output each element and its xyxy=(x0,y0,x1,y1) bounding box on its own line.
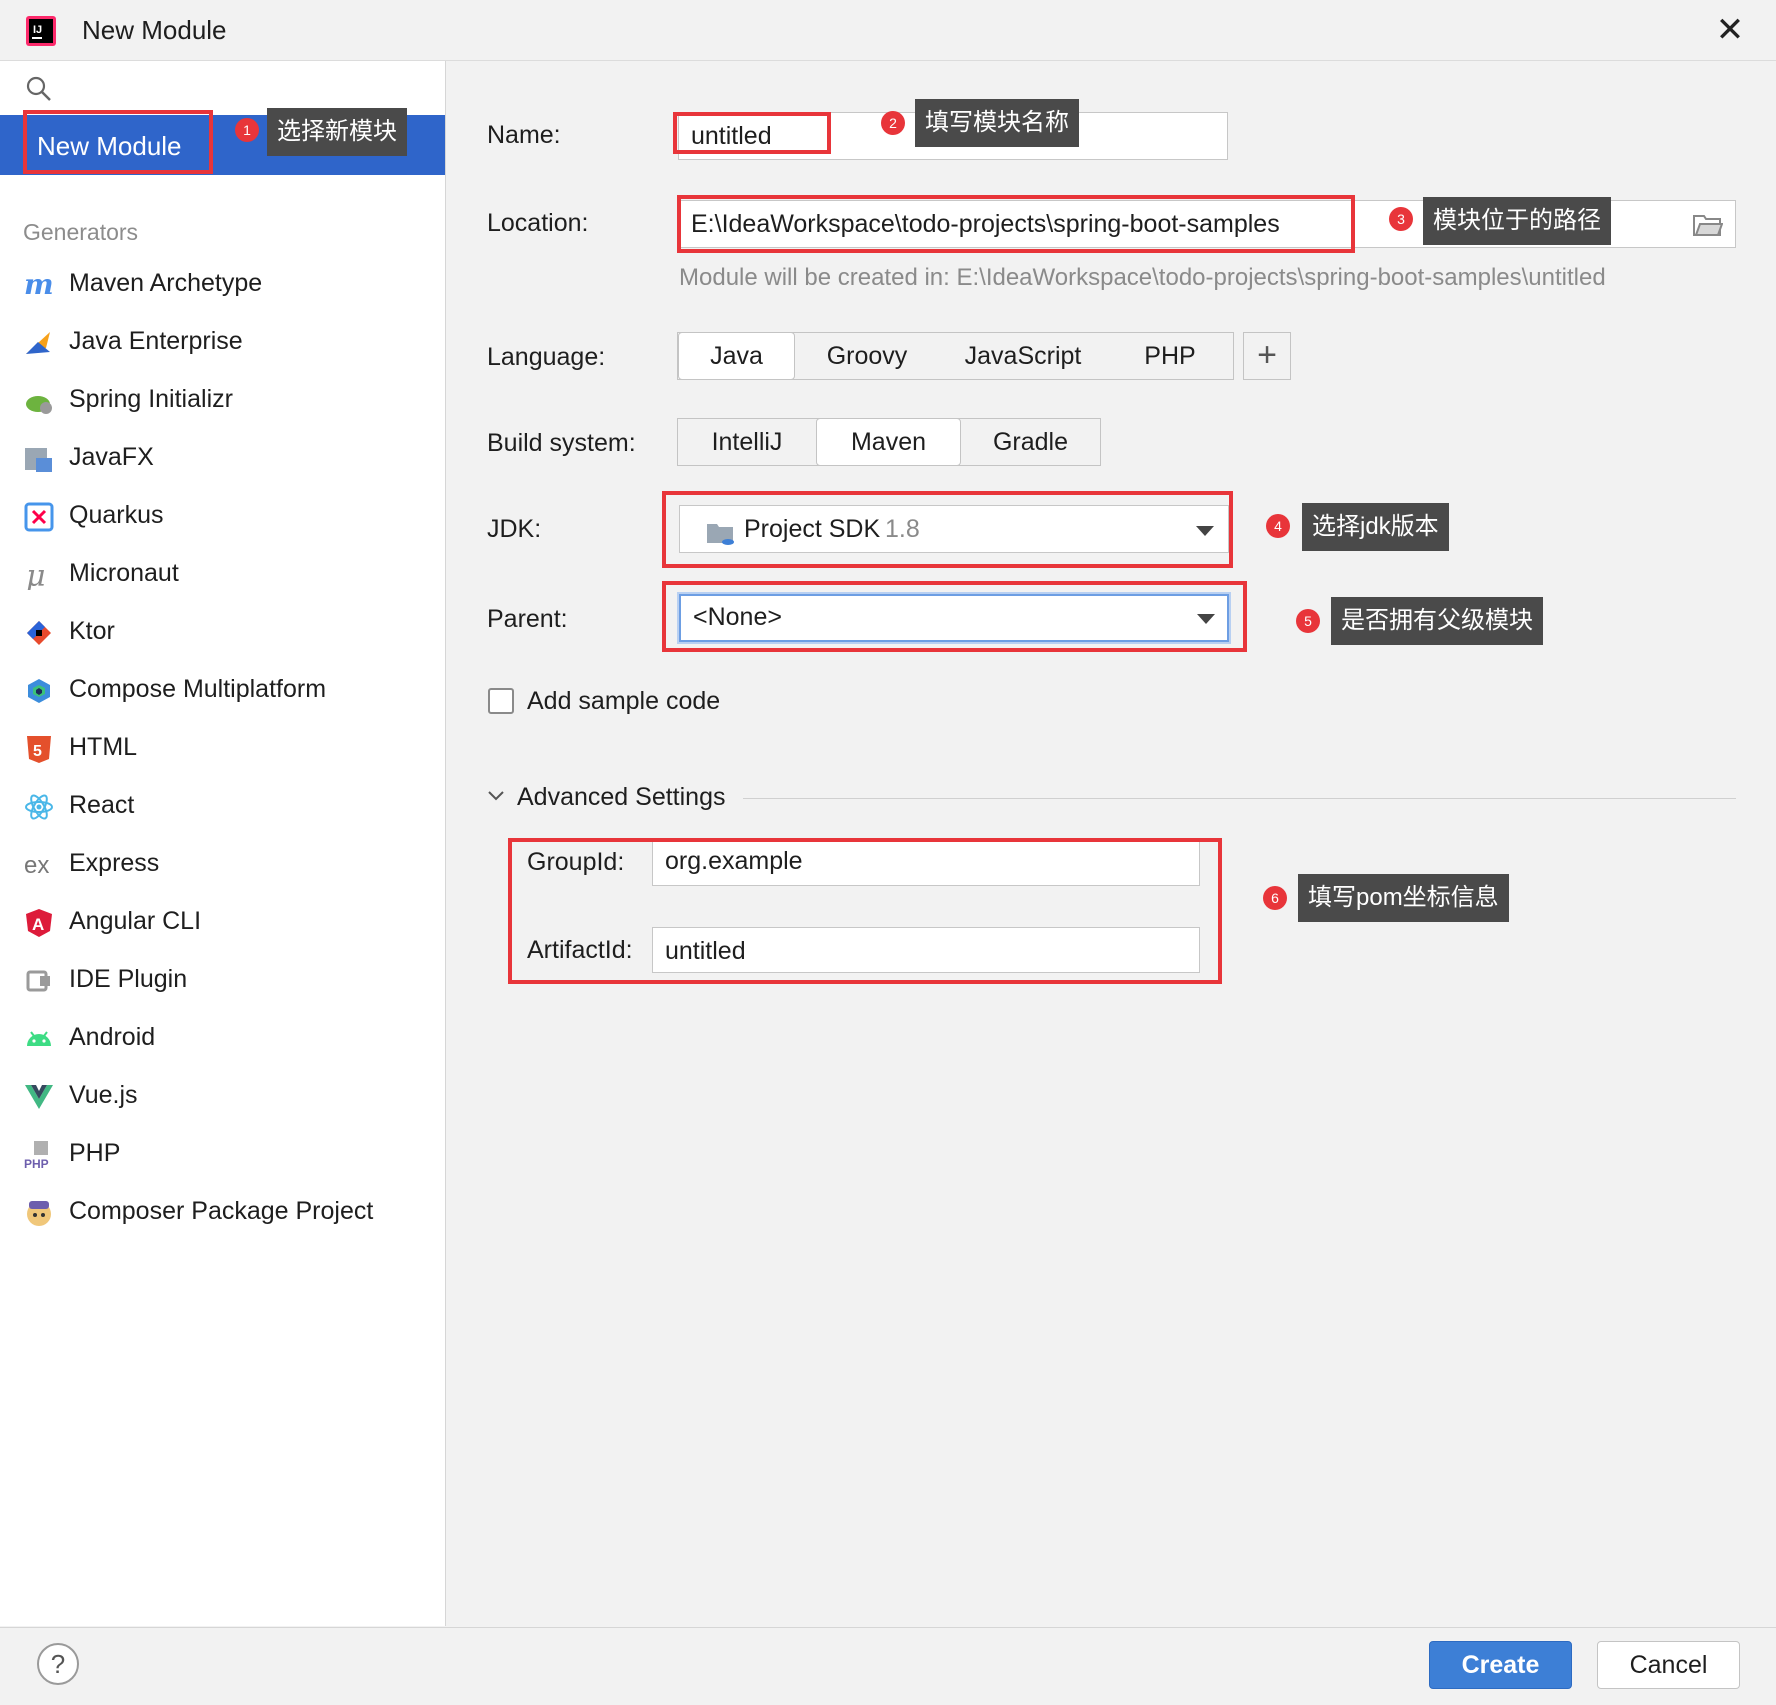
annotation-box-4 xyxy=(662,491,1233,568)
language-label: Language: xyxy=(487,343,606,371)
sidebar-item-php[interactable]: PHP PHP xyxy=(0,1128,445,1180)
svg-text:IJ: IJ xyxy=(33,24,42,36)
express-icon: ex xyxy=(24,850,54,880)
language-option-javascript[interactable]: JavaScript xyxy=(939,333,1107,379)
sidebar-item-angular-cli[interactable]: A Angular CLI xyxy=(0,896,445,948)
react-icon xyxy=(24,792,54,822)
annotation-badge-6: 6 xyxy=(1263,886,1287,910)
generators-header: Generators xyxy=(23,219,139,245)
location-label: Location: xyxy=(487,209,589,237)
build-option-intellij[interactable]: IntelliJ xyxy=(678,419,816,465)
composer-icon xyxy=(24,1198,54,1228)
window-title: New Module xyxy=(82,15,227,45)
language-option-groovy[interactable]: Groovy xyxy=(795,333,939,379)
add-language-button[interactable]: + xyxy=(1243,332,1291,380)
title-bar xyxy=(0,0,1776,61)
annotation-box-5 xyxy=(662,581,1247,652)
annotation-tooltip-5: 是否拥有父级模块 xyxy=(1331,597,1543,645)
annotation-badge-5: 5 xyxy=(1296,609,1320,633)
php-icon: PHP xyxy=(24,1140,54,1171)
compose-icon xyxy=(24,676,54,706)
ktor-icon xyxy=(24,618,54,648)
annotation-tooltip-4: 选择jdk版本 xyxy=(1302,503,1449,551)
language-option-php[interactable]: PHP xyxy=(1107,333,1233,379)
build-option-maven[interactable]: Maven xyxy=(816,418,961,466)
sidebar-item-ktor[interactable]: Ktor xyxy=(0,606,445,658)
annotation-tooltip-6: 填写pom坐标信息 xyxy=(1298,874,1509,922)
svg-text:5: 5 xyxy=(33,743,42,760)
sidebar-item-maven-archetype[interactable]: m Maven Archetype xyxy=(0,258,445,310)
annotation-tooltip-3: 模块位于的路径 xyxy=(1423,197,1611,245)
sidebar-item-compose-multiplatform[interactable]: Compose Multiplatform xyxy=(0,664,445,716)
java-enterprise-icon xyxy=(24,328,54,358)
annotation-badge-2: 2 xyxy=(881,111,905,135)
intellij-app-icon: IJ xyxy=(26,16,56,46)
svg-text:μ: μ xyxy=(26,560,46,590)
build-system-label: Build system: xyxy=(487,429,636,457)
sidebar-item-ide-plugin[interactable]: IDE Plugin xyxy=(0,954,445,1006)
divider xyxy=(743,798,1736,799)
svg-text:A: A xyxy=(32,915,44,934)
sidebar-item-android[interactable]: Android xyxy=(0,1012,445,1064)
chevron-down-icon[interactable] xyxy=(487,786,505,804)
jdk-label: JDK: xyxy=(487,515,542,543)
annotation-badge-3: 3 xyxy=(1389,207,1413,231)
cancel-button[interactable]: Cancel xyxy=(1597,1641,1740,1689)
language-option-java[interactable]: Java xyxy=(678,332,795,380)
svg-text:ex: ex xyxy=(24,852,49,879)
sidebar-item-quarkus[interactable]: Quarkus xyxy=(0,490,445,542)
angular-icon: A xyxy=(24,908,54,938)
annotation-box-3 xyxy=(677,195,1355,253)
annotation-badge-4: 4 xyxy=(1266,514,1290,538)
sidebar-item-vuejs[interactable]: Vue.js xyxy=(0,1070,445,1122)
sidebar-item-micronaut[interactable]: μ Micronaut xyxy=(0,548,445,600)
html5-icon: 5 xyxy=(24,734,54,764)
close-icon[interactable]: ✕ xyxy=(1712,12,1748,48)
search-icon[interactable] xyxy=(26,76,52,102)
quarkus-icon xyxy=(24,502,54,532)
add-sample-code-label: Add sample code xyxy=(527,687,721,715)
build-option-gradle[interactable]: Gradle xyxy=(961,419,1100,465)
annotation-box-2 xyxy=(673,112,831,154)
sidebar-item-java-enterprise[interactable]: Java Enterprise xyxy=(0,316,445,368)
language-segmented: Java Groovy JavaScript PHP xyxy=(677,332,1234,380)
spring-icon xyxy=(24,386,54,416)
javafx-icon xyxy=(24,444,54,474)
ide-plugin-icon xyxy=(24,966,54,996)
svg-text:PHP: PHP xyxy=(24,1157,49,1170)
location-hint: Module will be created in: E:\IdeaWorksp… xyxy=(679,264,1606,291)
annotation-box-1 xyxy=(23,110,213,174)
add-sample-code-checkbox[interactable] xyxy=(488,688,514,714)
annotation-tooltip-1: 选择新模块 xyxy=(267,108,407,156)
android-icon xyxy=(24,1024,54,1054)
folder-icon[interactable] xyxy=(1693,211,1724,237)
vue-icon xyxy=(24,1082,54,1112)
micronaut-icon: μ xyxy=(24,559,54,594)
name-label: Name: xyxy=(487,121,561,149)
sidebar-item-express[interactable]: ex Express xyxy=(0,838,445,890)
sidebar-item-spring-initializr[interactable]: Spring Initializr xyxy=(0,374,445,426)
annotation-tooltip-2: 填写模块名称 xyxy=(915,99,1079,147)
sidebar-item-html[interactable]: 5 HTML xyxy=(0,722,445,774)
parent-label: Parent: xyxy=(487,605,568,633)
advanced-settings-toggle[interactable]: Advanced Settings xyxy=(517,783,725,812)
help-button[interactable]: ? xyxy=(37,1643,79,1685)
svg-text:m: m xyxy=(24,270,54,300)
annotation-badge-1: 1 xyxy=(235,118,259,142)
sidebar-item-javafx[interactable]: JavaFX xyxy=(0,432,445,484)
annotation-box-6 xyxy=(508,838,1222,984)
sidebar-item-composer-package-project[interactable]: Composer Package Project xyxy=(0,1186,445,1238)
create-button[interactable]: Create xyxy=(1429,1641,1572,1689)
maven-icon: m xyxy=(24,268,54,301)
build-system-segmented: IntelliJ Maven Gradle xyxy=(677,418,1101,466)
sidebar-item-react[interactable]: React xyxy=(0,780,445,832)
